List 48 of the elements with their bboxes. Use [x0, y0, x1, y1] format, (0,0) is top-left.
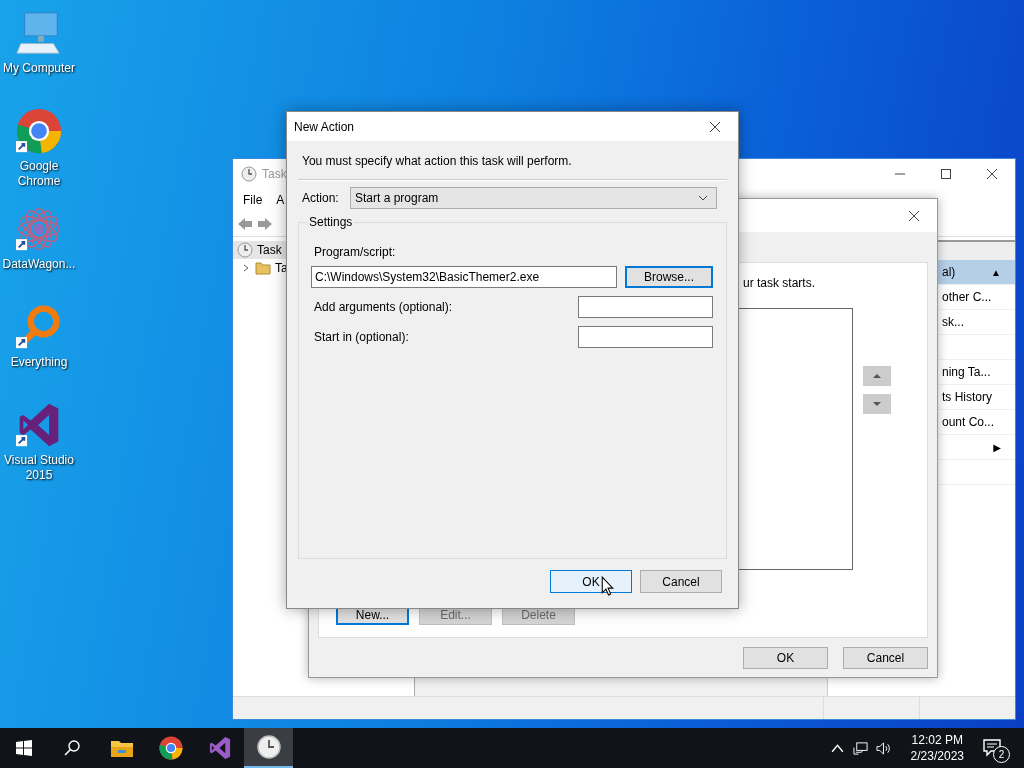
notification-icon[interactable] [982, 738, 1002, 758]
maximize-icon[interactable] [940, 167, 952, 180]
flower-shortcut-icon [15, 206, 63, 252]
cancel-button[interactable]: Cancel [640, 570, 722, 593]
ok-button[interactable]: OK [550, 570, 632, 593]
clock-icon [256, 735, 281, 759]
field-label: Add arguments (optional): [314, 300, 453, 314]
group-title: Settings [307, 215, 355, 229]
input-field[interactable] [578, 326, 713, 348]
menu-item[interactable]: A [276, 193, 285, 207]
input-field[interactable] [578, 296, 713, 318]
action-dropdown[interactable]: Start a program [350, 187, 717, 209]
close-icon[interactable] [908, 209, 920, 222]
taskbar-app[interactable] [244, 728, 293, 768]
search-icon[interactable] [64, 740, 80, 756]
clock-icon [241, 165, 257, 182]
windows-start-icon[interactable] [16, 740, 32, 756]
cancel-button[interactable]: Cancel [843, 647, 928, 669]
notification-count: 2 [993, 746, 1010, 763]
move-down-icon[interactable] [863, 394, 891, 414]
move-up-icon[interactable] [863, 366, 891, 386]
chevron-icon[interactable] [241, 263, 251, 273]
visual-studio-icon [207, 736, 232, 760]
chrome-icon [158, 736, 183, 760]
window-title: Task [262, 166, 287, 181]
tree-item[interactable]: Task [257, 243, 282, 257]
clock[interactable]: 12:02 PM 2/23/2023 [910, 732, 964, 764]
input-field[interactable]: C:\Windows\System32\BasicThemer2.exe [311, 266, 617, 288]
magnifier-shortcut-icon [15, 304, 63, 350]
network-icon[interactable] [852, 740, 868, 756]
ok-button[interactable]: OK [743, 647, 828, 669]
field-label: Program/script: [314, 245, 397, 259]
cursor-icon [601, 576, 614, 596]
browse-button[interactable]: Browse... [625, 266, 713, 288]
forward-arrow-icon[interactable] [257, 216, 273, 232]
field-label: Start in (optional): [314, 330, 409, 344]
field-label: Action: [302, 191, 340, 205]
caret-icon [698, 195, 708, 201]
instruction-text: You must specify what action this task will perform. [302, 154, 573, 168]
close-icon[interactable] [986, 167, 998, 180]
chrome-shortcut-icon [15, 108, 63, 154]
volume-icon[interactable] [875, 740, 891, 756]
menu-item[interactable]: File [243, 193, 263, 207]
close-icon[interactable] [709, 120, 721, 133]
instruction-text: ur task starts. [743, 276, 817, 290]
back-arrow-icon[interactable] [237, 216, 253, 232]
dialog-title: New Action [294, 119, 355, 134]
computer-icon [15, 10, 63, 56]
